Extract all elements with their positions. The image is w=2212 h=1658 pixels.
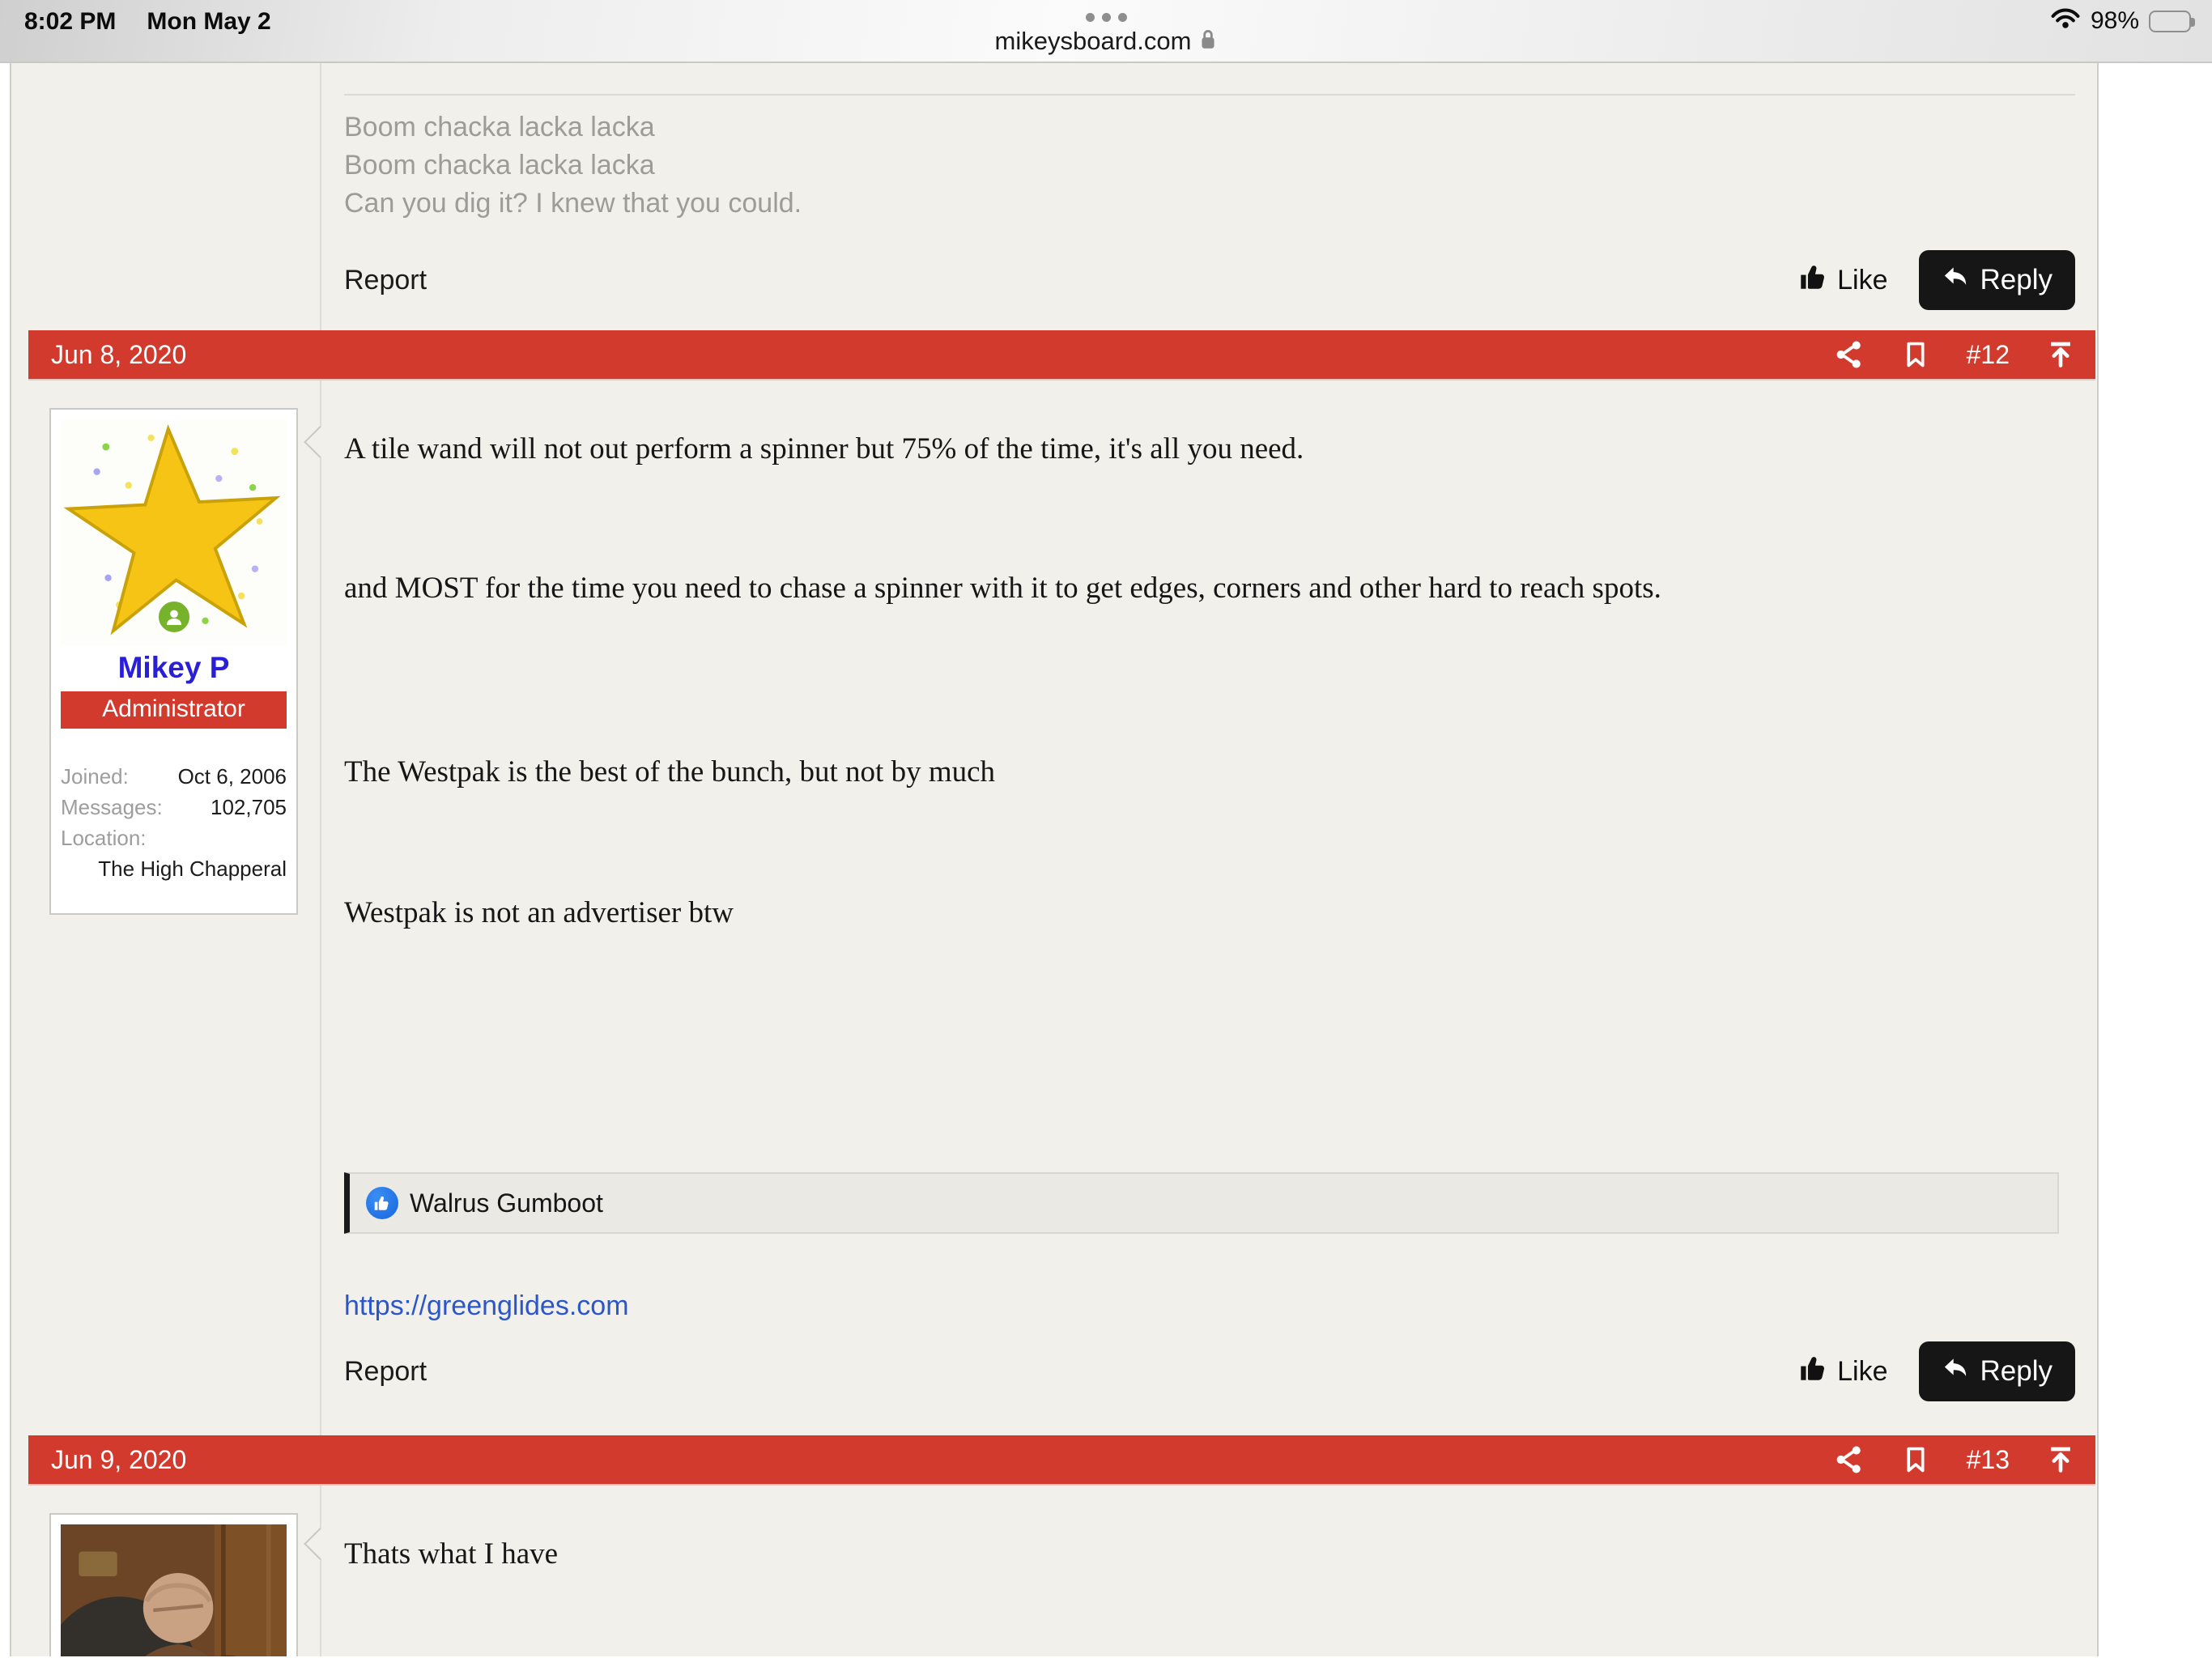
ios-status-bar: 8:02 PM Mon May 2 mikeysboard.com 98% [0, 0, 2212, 63]
tab-overview-dots-icon[interactable] [1086, 13, 1127, 22]
post-11-partial: Boom chacka lacka lacka Boom chacka lack… [28, 63, 2095, 330]
post-13-date-bar: Jun 9, 2020 #13 [28, 1435, 2095, 1486]
joined-label: Joined: [61, 761, 129, 792]
lock-icon [1199, 28, 1217, 55]
quote-author: Walrus Gumboot [410, 1188, 603, 1218]
report-link[interactable]: Report [344, 1356, 427, 1388]
share-icon[interactable] [1834, 339, 1865, 370]
wifi-icon [2050, 6, 2081, 36]
post-paragraph: The Westpak is the best of the bunch, bu… [344, 754, 2075, 791]
address-bar[interactable]: mikeysboard.com [995, 27, 1218, 56]
post-13-partial: Thats what I have [28, 1486, 2095, 1656]
location-value: The High Chapperal [61, 853, 287, 884]
post-12: Mikey P Administrator Joined: Oct 6, 200… [28, 380, 2095, 1435]
report-link[interactable]: Report [344, 265, 427, 296]
battery-icon [2149, 11, 2191, 32]
signature-line: Can you dig it? I knew that you could. [344, 185, 2075, 223]
location-label: Location: [61, 823, 147, 853]
jump-to-top-icon[interactable] [2045, 1444, 2076, 1475]
messages-value: 102,705 [211, 792, 287, 823]
post-12-date-bar: Jun 8, 2020 #12 [28, 330, 2095, 380]
reply-arrow-icon [1942, 1354, 1969, 1389]
reply-button[interactable]: Reply [1919, 250, 2075, 310]
messages-label: Messages: [61, 792, 163, 823]
like-button[interactable]: Like [1798, 262, 1887, 299]
username-link[interactable]: Mikey P [61, 651, 287, 685]
jump-to-top-icon[interactable] [2045, 339, 2076, 370]
joined-value: Oct 6, 2006 [178, 761, 287, 792]
user-card [49, 1513, 298, 1656]
forum-page: Boom chacka lacka lacka Boom chacka lack… [0, 63, 2212, 1656]
post-number-link[interactable]: #12 [1967, 340, 2010, 370]
online-status-icon [155, 598, 193, 636]
like-label: Like [1837, 265, 1887, 296]
signature-line: Boom chacka lacka lacka [344, 108, 2075, 147]
post-paragraph: Thats what I have [344, 1536, 2075, 1573]
post-date: Jun 9, 2020 [51, 1445, 186, 1475]
like-label: Like [1837, 1356, 1887, 1388]
user-role-badge: Administrator [61, 691, 287, 729]
signature-link[interactable]: https://greenglides.com [344, 1290, 629, 1322]
post-paragraph: Westpak is not an advertiser btw [344, 895, 2075, 932]
bookmark-icon[interactable] [1900, 1444, 1931, 1475]
reply-button[interactable]: Reply [1919, 1341, 2075, 1401]
url-text: mikeysboard.com [995, 27, 1192, 56]
battery-percent: 98% [2091, 7, 2139, 35]
post-paragraph: and MOST for the time you need to chase … [344, 570, 2075, 607]
post-paragraph: A tile wand will not out perform a spinn… [344, 431, 2075, 468]
quoted-reaction-block[interactable]: Walrus Gumboot [344, 1172, 2059, 1234]
bookmark-icon[interactable] [1900, 339, 1931, 370]
user-details: Joined: Oct 6, 2006 Messages: 102,705 Lo… [61, 761, 287, 884]
signature-line: Boom chacka lacka lacka [344, 147, 2075, 185]
post-number-link[interactable]: #13 [1967, 1445, 2010, 1475]
signature-block: Boom chacka lacka lacka Boom chacka lack… [344, 94, 2075, 223]
thread-container: Boom chacka lacka lacka Boom chacka lack… [10, 63, 2099, 1656]
share-icon[interactable] [1834, 1444, 1865, 1475]
post-11-user-column [28, 63, 321, 330]
status-right: 98% [2050, 6, 2191, 36]
post-date: Jun 8, 2020 [51, 340, 186, 370]
reply-label: Reply [1980, 1355, 2052, 1388]
reply-arrow-icon [1942, 263, 1969, 298]
thumbs-up-icon [1798, 1354, 1827, 1390]
reply-label: Reply [1980, 264, 2052, 296]
user-card: Mikey P Administrator Joined: Oct 6, 200… [49, 408, 298, 915]
thumbs-up-icon [1798, 262, 1827, 299]
like-button[interactable]: Like [1798, 1354, 1887, 1390]
like-reaction-icon [366, 1187, 398, 1219]
avatar[interactable] [61, 1524, 287, 1656]
